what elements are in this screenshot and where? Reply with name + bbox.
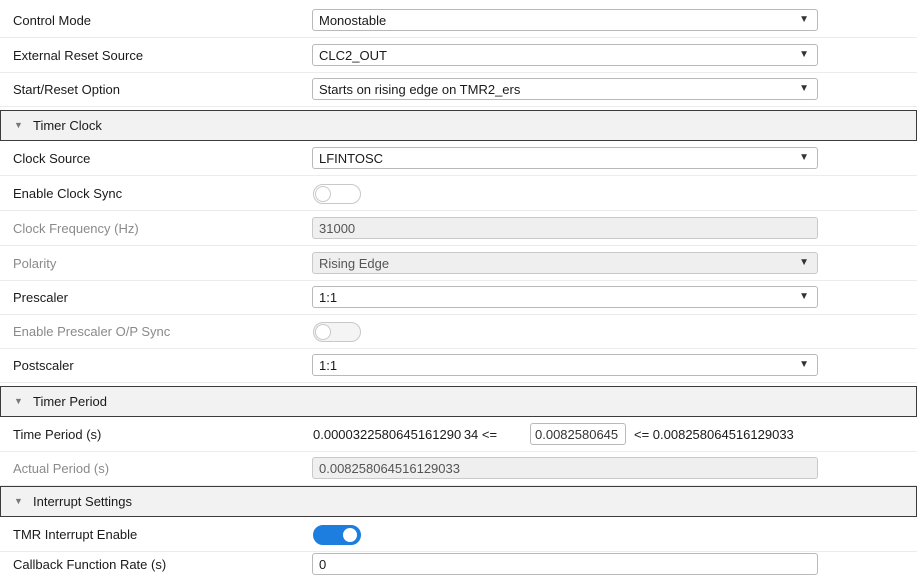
- prescaler-select[interactable]: 1:1 ▼: [312, 286, 818, 308]
- time-period-max: <= 0.008258064516129033: [634, 427, 794, 442]
- start-reset-option-select[interactable]: Starts on rising edge on TMR2_ers ▼: [312, 78, 818, 100]
- row-enable-prescaler-sync: Enable Prescaler O/P Sync: [0, 315, 917, 349]
- clock-source-label: Clock Source: [13, 151, 91, 166]
- row-clock-source: Clock Source LFINTOSC ▼: [0, 142, 917, 176]
- external-reset-source-label: External Reset Source: [13, 48, 144, 63]
- external-reset-source-value: CLC2_OUT: [319, 48, 387, 63]
- section-title: Timer Period: [33, 394, 107, 409]
- control-mode-value: Monostable: [319, 13, 387, 28]
- time-period-input[interactable]: 0.0082580645: [530, 423, 626, 445]
- clock-source-select[interactable]: LFINTOSC ▼: [312, 147, 818, 169]
- row-time-period: Time Period (s) 0.0000322580645161290 34…: [0, 418, 917, 452]
- callback-rate-input[interactable]: 0: [312, 553, 818, 575]
- actual-period-value: 0.008258064516129033: [319, 461, 460, 476]
- postscaler-select[interactable]: 1:1 ▼: [312, 354, 818, 376]
- time-period-label: Time Period (s): [13, 427, 102, 442]
- collapse-triangle-icon: ▼: [14, 496, 23, 506]
- collapse-triangle-icon: ▼: [14, 120, 23, 130]
- row-external-reset-source: External Reset Source CLC2_OUT ▼: [0, 39, 917, 73]
- chevron-down-icon: ▼: [799, 257, 809, 268]
- row-callback-rate: Callback Function Rate (s) 0: [0, 548, 917, 582]
- control-mode-select[interactable]: Monostable ▼: [312, 9, 818, 31]
- chevron-down-icon: ▼: [799, 359, 809, 370]
- enable-prescaler-sync-toggle: [313, 322, 361, 342]
- time-period-input-value: 0.0082580645: [535, 427, 619, 442]
- toggle-knob: [315, 186, 331, 202]
- enable-prescaler-sync-label: Enable Prescaler O/P Sync: [13, 324, 171, 339]
- control-mode-label: Control Mode: [13, 13, 92, 28]
- clock-frequency-label: Clock Frequency (Hz): [13, 221, 139, 236]
- clock-frequency-value: 31000: [319, 221, 356, 236]
- row-control-mode: Control Mode Monostable ▼: [0, 4, 917, 38]
- enable-clock-sync-toggle[interactable]: [313, 184, 361, 204]
- collapse-triangle-icon: ▼: [14, 396, 23, 406]
- callback-rate-value: 0: [319, 557, 327, 572]
- tmr-interrupt-enable-toggle[interactable]: [313, 525, 361, 545]
- row-enable-clock-sync: Enable Clock Sync: [0, 177, 917, 211]
- row-tmr-interrupt-enable: TMR Interrupt Enable: [0, 518, 917, 552]
- tmr-interrupt-enable-label: TMR Interrupt Enable: [13, 527, 138, 542]
- start-reset-option-value: Starts on rising edge on TMR2_ers: [319, 82, 521, 97]
- row-prescaler: Prescaler 1:1 ▼: [0, 281, 917, 315]
- row-actual-period: Actual Period (s) 0.008258064516129033: [0, 452, 917, 486]
- prescaler-label: Prescaler: [13, 290, 68, 305]
- section-header-interrupt-settings[interactable]: ▼ Interrupt Settings: [0, 486, 917, 517]
- polarity-select: Rising Edge ▼: [312, 252, 818, 274]
- external-reset-source-select[interactable]: CLC2_OUT ▼: [312, 44, 818, 66]
- actual-period-field: 0.008258064516129033: [312, 457, 818, 479]
- clock-source-value: LFINTOSC: [319, 151, 384, 166]
- toggle-knob: [342, 527, 358, 543]
- section-title: Timer Clock: [33, 118, 102, 133]
- row-polarity: Polarity Rising Edge ▼: [0, 247, 917, 281]
- postscaler-label: Postscaler: [13, 358, 74, 373]
- row-start-reset-option: Start/Reset Option Starts on rising edge…: [0, 73, 917, 107]
- row-postscaler: Postscaler 1:1 ▼: [0, 349, 917, 383]
- enable-clock-sync-label: Enable Clock Sync: [13, 186, 123, 201]
- section-title: Interrupt Settings: [33, 494, 132, 509]
- postscaler-value: 1:1: [319, 358, 338, 373]
- toggle-knob: [315, 324, 331, 340]
- polarity-value: Rising Edge: [319, 256, 390, 271]
- row-clock-frequency: Clock Frequency (Hz) 31000: [0, 212, 917, 246]
- chevron-down-icon: ▼: [799, 291, 809, 302]
- polarity-label: Polarity: [13, 256, 57, 271]
- section-header-timer-period[interactable]: ▼ Timer Period: [0, 386, 917, 417]
- chevron-down-icon: ▼: [799, 152, 809, 163]
- chevron-down-icon: ▼: [799, 49, 809, 60]
- prescaler-value: 1:1: [319, 290, 338, 305]
- chevron-down-icon: ▼: [799, 83, 809, 94]
- clock-frequency-field: 31000: [312, 217, 818, 239]
- start-reset-option-label: Start/Reset Option: [13, 82, 120, 97]
- actual-period-label: Actual Period (s): [13, 461, 110, 476]
- time-period-min: 0.0000322580645161290 34 <=: [313, 427, 498, 442]
- section-header-timer-clock[interactable]: ▼ Timer Clock: [0, 110, 917, 141]
- chevron-down-icon: ▼: [799, 14, 809, 25]
- callback-rate-label: Callback Function Rate (s): [13, 557, 167, 572]
